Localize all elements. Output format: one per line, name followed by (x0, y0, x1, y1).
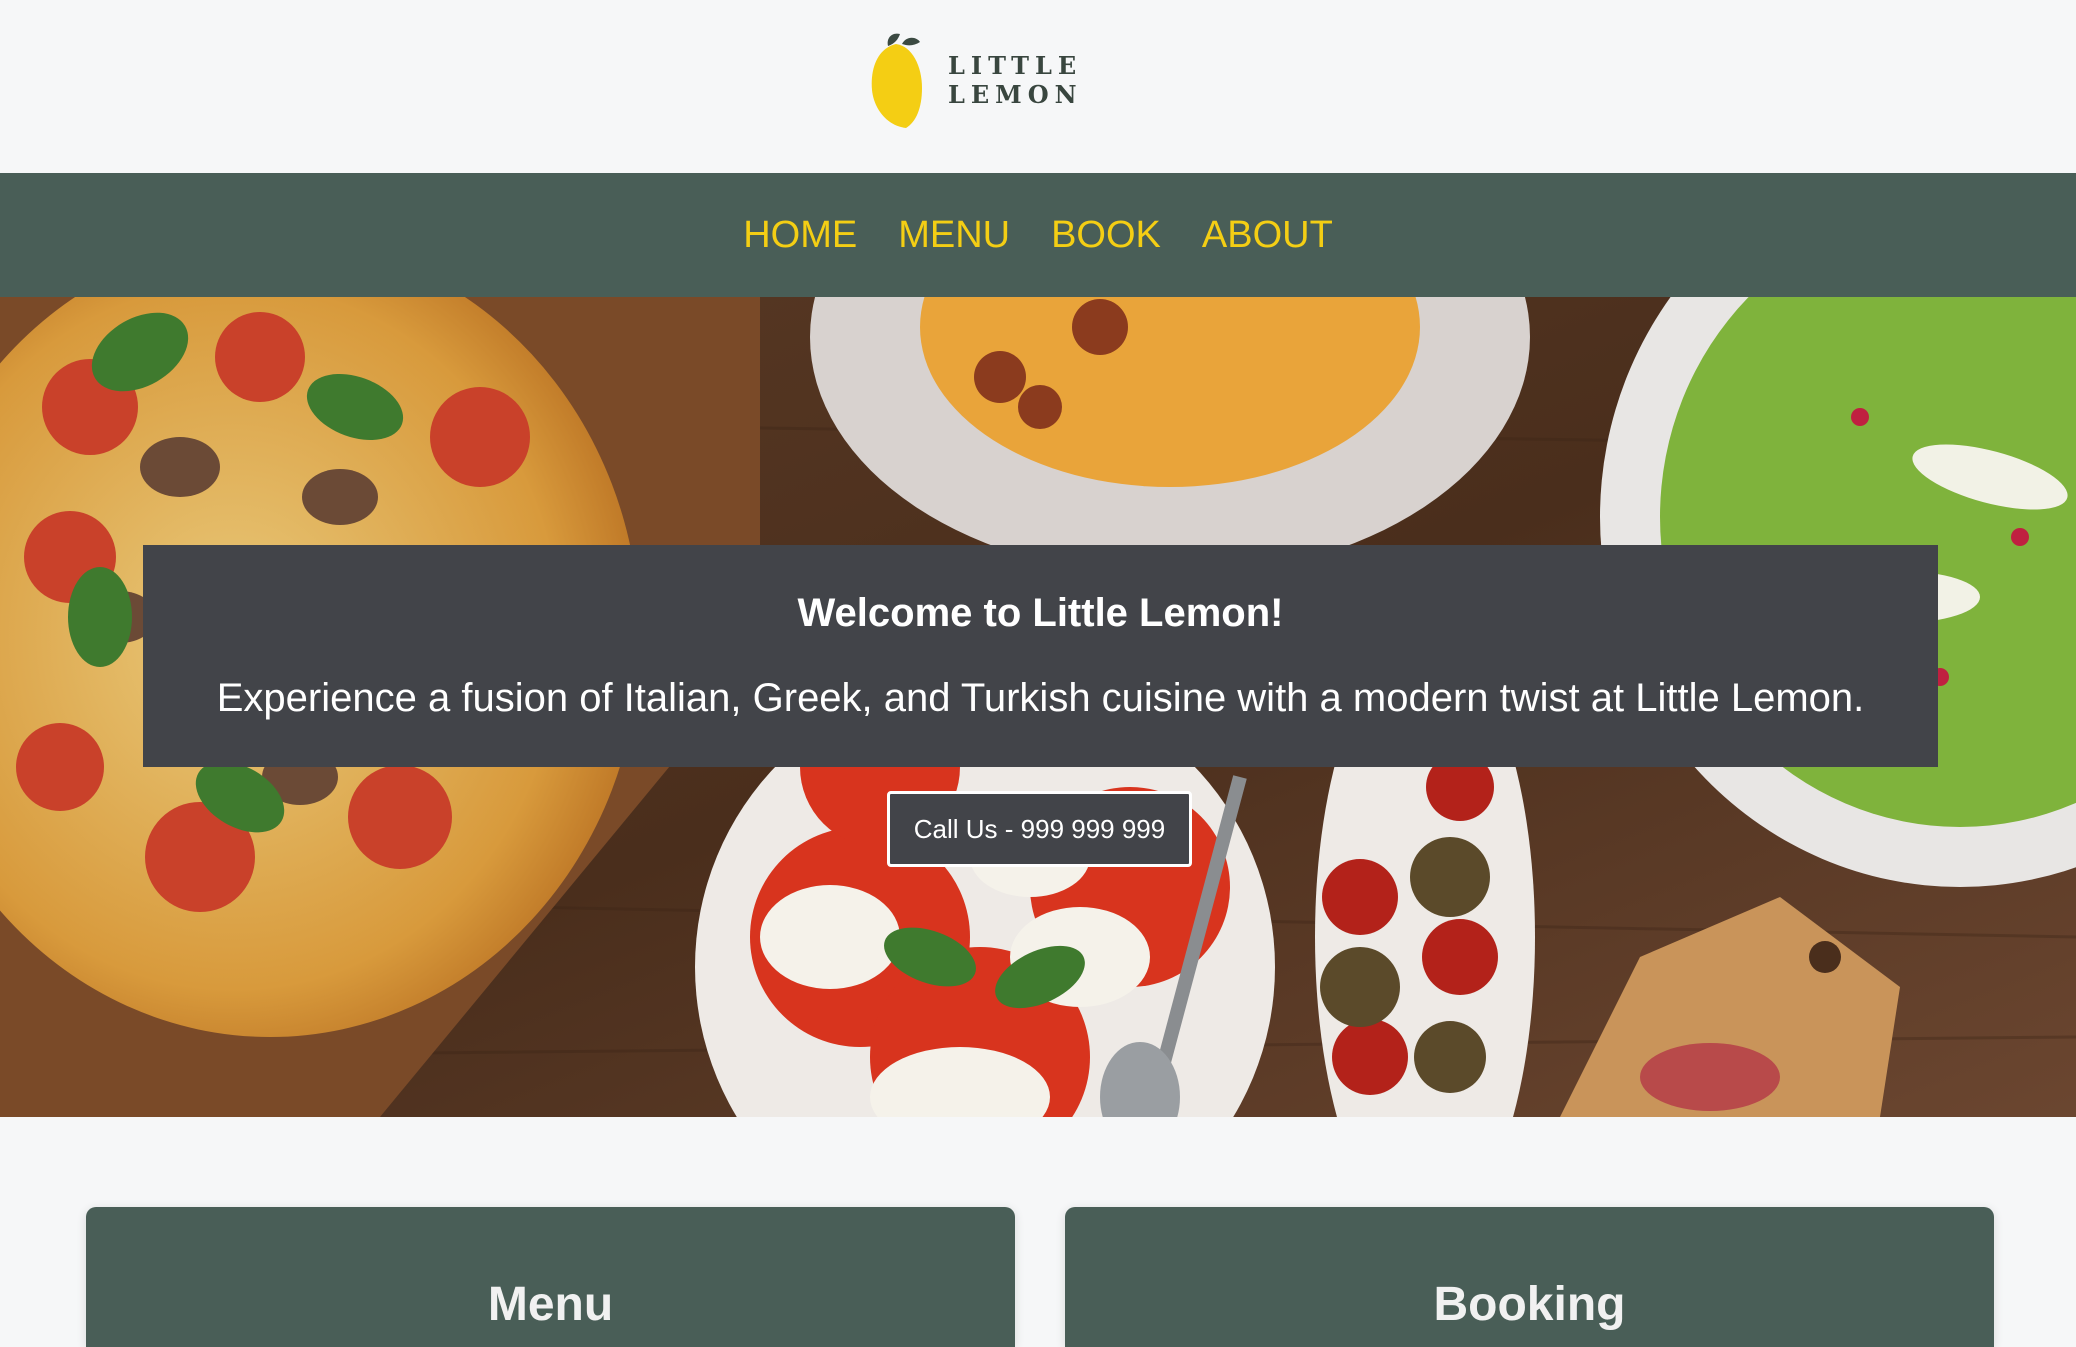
nav-menu-link[interactable]: MENU (898, 214, 1010, 257)
hero-overlay-box: Welcome to Little Lemon! Experience a fu… (143, 545, 1938, 767)
logo[interactable]: LITTLE LEMON (866, 28, 1226, 132)
nav-book-link[interactable]: BOOK (1051, 214, 1161, 257)
menu-card-title: Menu (487, 1278, 614, 1331)
nav-about-link[interactable]: ABOUT (1202, 214, 1333, 257)
hero-title: Welcome to Little Lemon! (797, 591, 1284, 635)
hero-subtitle: Experience a fusion of Italian, Greek, a… (216, 676, 1865, 720)
hero-section: Welcome to Little Lemon! Experience a fu… (0, 297, 2076, 1117)
main-nav: HOME MENU BOOK ABOUT (0, 173, 2076, 297)
nav-home-link[interactable]: HOME (743, 214, 857, 257)
booking-card-title: Booking (1433, 1278, 1626, 1331)
site-header: LITTLE LEMON (0, 0, 2076, 173)
menu-card[interactable]: Menu (86, 1207, 1015, 1347)
logo-text: LITTLE LEMON (948, 51, 1083, 109)
lemon-icon (871, 33, 922, 128)
call-us-button[interactable]: Call Us - 999 999 999 (887, 791, 1192, 867)
booking-card[interactable]: Booking (1065, 1207, 1994, 1347)
